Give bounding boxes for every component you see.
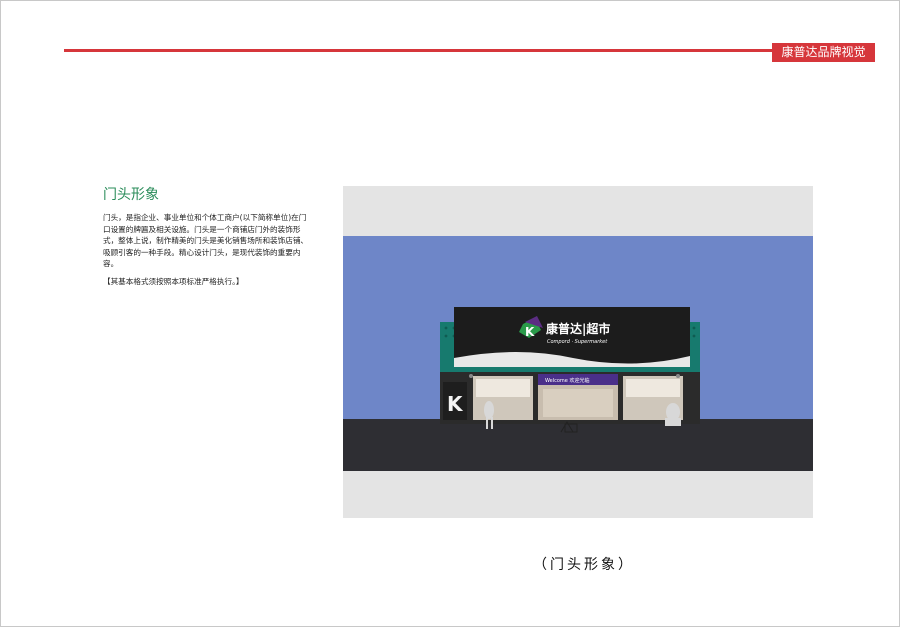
storefront-image: K 康普达|超市 Compord · Supermarket Welcome 欢… [343,186,813,518]
brand-tab: 康普达品牌视觉 [772,43,875,62]
section-body: 门头，是指企业、事业单位和个体工商户(以下简称单位)在门口设置的牌匾及相关设施。… [103,213,309,269]
header-rule [64,49,772,52]
ground [343,419,813,471]
sign-subtitle: Compord · Supermarket [547,339,608,345]
k-lightbox-letter: K [447,392,464,416]
logo-letter: K [525,325,535,339]
image-caption: （门头形象） [533,557,635,573]
section-note: 【其基本格式须按照本项标准严格执行。】 [103,277,244,286]
sign-name: 康普达|超市 [546,321,610,336]
welcome-text: Welcome 欢迎光临 [545,377,589,384]
section-title: 门头形象 [103,187,159,203]
